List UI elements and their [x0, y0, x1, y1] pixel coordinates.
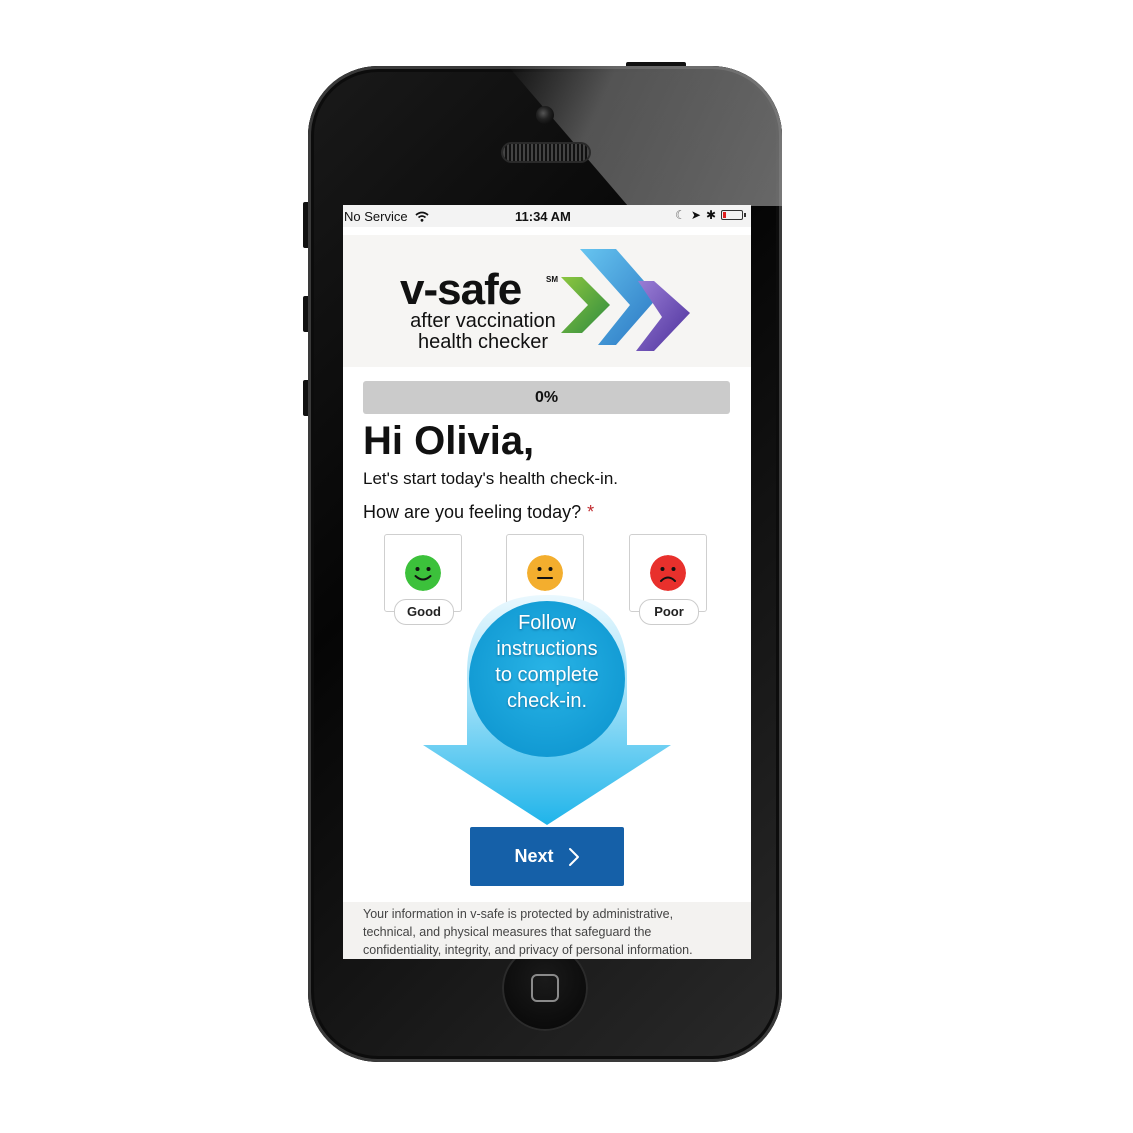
- earpiece-speaker: [503, 144, 589, 161]
- status-icons: ☾ ➤ ✱: [675, 208, 746, 222]
- status-time: 11:34 AM: [515, 209, 571, 224]
- progress-bar: 0%: [363, 381, 730, 414]
- status-bar: No Service 11:34 AM ☾ ➤ ✱: [343, 205, 751, 227]
- required-marker: *: [587, 502, 595, 522]
- next-button-label: Next: [514, 846, 554, 866]
- progress-label: 0%: [534, 389, 559, 406]
- app-screen: No Service 11:34 AM ☾ ➤ ✱ v-safe SM afte…: [343, 205, 751, 959]
- logo-chevrons-icon: [561, 249, 690, 351]
- frown-face-icon: [650, 555, 686, 591]
- home-button-icon: [531, 974, 559, 1002]
- logo-service-mark: SM: [546, 275, 558, 284]
- logo-subtitle-line2: health checker: [417, 331, 549, 353]
- bluetooth-icon: ✱: [705, 208, 716, 222]
- page-title: Hi Olivia,: [363, 419, 535, 463]
- phone-glare: [508, 66, 782, 206]
- question-text: How are you feeling today?: [363, 502, 582, 522]
- logo-wordmark: v-safe: [400, 265, 522, 314]
- location-icon: ➤: [690, 208, 701, 222]
- battery-icon: [721, 210, 746, 220]
- callout-line3: to complete: [495, 664, 599, 686]
- footer-line1: Your information in v-safe is protected …: [363, 907, 674, 921]
- privacy-footer: Your information in v-safe is protected …: [343, 902, 751, 959]
- callout-line1: Follow: [518, 612, 576, 634]
- footer-line2: technical, and physical measures that sa…: [363, 925, 652, 939]
- chevron-right-icon: [568, 847, 579, 866]
- instruction-callout: Follow instructions to complete check-in…: [468, 598, 626, 733]
- footer-line3: confidentiality, integrity, and privacy …: [363, 943, 693, 957]
- callout-line4: check-in.: [506, 690, 588, 712]
- moon-icon: ☾: [675, 208, 686, 222]
- page-subtitle: Let's start today's health check-in.: [363, 469, 619, 488]
- logo-subtitle: after vaccination health checker: [403, 311, 563, 353]
- next-button[interactable]: Next: [470, 827, 624, 886]
- status-carrier: No Service: [344, 209, 429, 224]
- app-header: v-safe SM after vaccination health check…: [343, 235, 751, 367]
- neutral-face-icon: [527, 555, 563, 591]
- smile-face-icon: [405, 555, 441, 591]
- callout-line2: instructions: [496, 638, 598, 660]
- logo-subtitle-line1: after vaccination: [410, 310, 556, 332]
- wifi-icon: [415, 211, 429, 222]
- front-camera: [536, 106, 554, 124]
- feeling-question: How are you feeling today? *: [363, 502, 594, 523]
